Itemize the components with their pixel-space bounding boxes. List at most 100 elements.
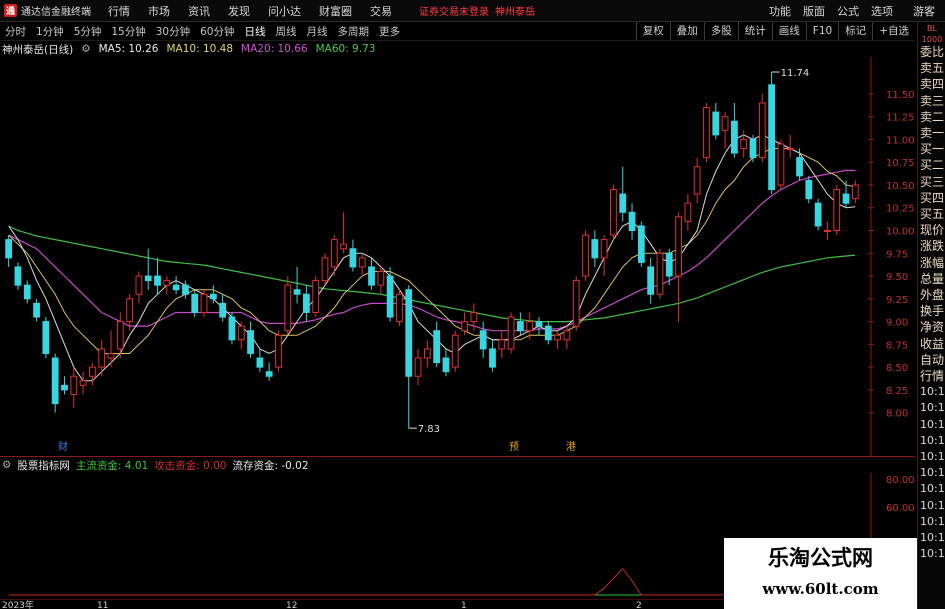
add-watchlist-button[interactable]: +自选	[872, 22, 915, 40]
side-item[interactable]: 自动	[918, 352, 945, 368]
side-item[interactable]: 行情	[918, 368, 945, 384]
menu-zixun[interactable]: 资讯	[179, 3, 219, 19]
side-item[interactable]: 买一	[918, 141, 945, 157]
fuquan-button[interactable]: 复权	[635, 22, 670, 40]
side-item[interactable]: 卖三	[918, 93, 945, 109]
candle	[70, 367, 78, 409]
candle	[14, 262, 22, 290]
statistics-button[interactable]: 统计	[737, 22, 772, 40]
candle	[423, 339, 431, 368]
watermark-box: 乐淘公式网 www.60lt.com	[724, 538, 917, 609]
side-item[interactable]: 涨跌	[918, 238, 945, 254]
draw-line-button[interactable]: 画线	[771, 22, 806, 40]
price-axis-label: 11.25	[886, 113, 915, 124]
side-item[interactable]: 换手	[918, 303, 945, 319]
candle	[684, 194, 692, 231]
side-item[interactable]: 卖二	[918, 109, 945, 125]
candle-body	[777, 143, 785, 186]
candle	[293, 266, 301, 304]
settings-icon[interactable]: ⚙	[81, 43, 90, 55]
date-label-1: 1	[461, 601, 467, 609]
candle-body	[851, 184, 859, 200]
candle-body	[396, 293, 403, 323]
side-item[interactable]: 总量	[918, 271, 945, 287]
period-weekly[interactable]: 周线	[271, 24, 302, 39]
period-daily[interactable]: 日线	[240, 24, 271, 39]
indicator-settings-icon[interactable]: ⚙	[2, 459, 11, 471]
candle	[256, 348, 264, 372]
candle	[89, 362, 96, 386]
candle-body	[293, 289, 301, 295]
candle	[433, 321, 441, 368]
marker-cai[interactable]: 财	[58, 440, 68, 453]
period-multi[interactable]: 多周期	[333, 24, 375, 39]
candle-body	[135, 275, 143, 295]
candle	[172, 276, 180, 295]
candle	[628, 203, 636, 240]
candle	[693, 157, 701, 204]
price-axis-label: 10.50	[886, 181, 915, 192]
overlay-button[interactable]: 叠加	[669, 22, 704, 40]
login-warning[interactable]: 证券交易未登录	[419, 3, 489, 18]
multi-stock-button[interactable]: 多股	[703, 22, 738, 40]
candle	[349, 239, 357, 272]
period-15min[interactable]: 15分钟	[106, 24, 150, 39]
candle	[61, 376, 68, 395]
menu-gongneng[interactable]: 功能	[763, 3, 797, 19]
side-item[interactable]: 买五	[918, 206, 945, 222]
side-item[interactable]: 卖四	[918, 76, 945, 92]
menu-caifuquan[interactable]: 财富圈	[310, 3, 361, 19]
marker-gang[interactable]: 港	[566, 441, 576, 453]
candle	[731, 102, 738, 158]
f10-button[interactable]: F10	[805, 22, 838, 40]
ma10-value: MA10: 10.48	[166, 43, 234, 55]
indicator-info-line: ⚙ 股票指标网 主流资金: 4.01 攻击资金: 0.00 流存资金: -0.0…	[2, 458, 309, 472]
side-item[interactable]: 卖五	[918, 60, 945, 76]
top-right-menu: 功能 版面 公式 选项 游客	[763, 0, 945, 21]
menu-shichang[interactable]: 市场	[139, 3, 179, 19]
candle-body	[507, 316, 515, 350]
side-item[interactable]: 现价	[918, 222, 945, 238]
side-item[interactable]: 卖一	[918, 125, 945, 141]
menu-wenxiaoda[interactable]: 问小达	[259, 3, 310, 19]
candle-body	[98, 348, 106, 368]
side-item[interactable]: 外盘	[918, 287, 945, 303]
side-item[interactable]: 买二	[918, 157, 945, 173]
period-60min[interactable]: 60分钟	[195, 24, 239, 39]
current-stock-name: 神州泰岳	[495, 7, 535, 18]
side-time: 10:11	[920, 547, 945, 561]
menu-xuanxiang[interactable]: 选项	[865, 3, 899, 19]
period-30min[interactable]: 30分钟	[151, 24, 195, 39]
candle-body	[126, 298, 133, 323]
menu-hangqing[interactable]: 行情	[99, 3, 139, 19]
marker-yu[interactable]: 预	[509, 441, 519, 453]
kline-chart[interactable]: 11.74 7.83 11.50 11.25 11.00 10.75 10.50 10.2…	[0, 57, 915, 457]
side-item[interactable]: 买三	[918, 174, 945, 190]
side-top-label-2: 1000	[921, 35, 943, 44]
watermark-url: www.60lt.com	[762, 580, 879, 598]
period-more[interactable]: 更多	[374, 24, 405, 39]
candle	[600, 235, 608, 277]
menu-jiaoyi[interactable]: 交易	[361, 3, 401, 19]
period-1min[interactable]: 1分钟	[31, 24, 69, 39]
side-item[interactable]: 收益	[918, 336, 945, 352]
period-fenshi[interactable]: 分时	[0, 24, 31, 39]
side-item[interactable]: 净资	[918, 319, 945, 335]
candle	[368, 257, 375, 290]
mark-button[interactable]: 标记	[838, 22, 872, 40]
indicator-name[interactable]: 股票指标网	[17, 458, 70, 473]
side-item[interactable]: 买四	[918, 190, 945, 206]
candle-body	[70, 375, 78, 395]
side-item[interactable]: 涨幅	[918, 255, 945, 271]
candle	[768, 72, 775, 195]
guest-login[interactable]: 游客	[899, 3, 945, 19]
menu-banmian[interactable]: 版面	[797, 3, 831, 19]
menu-gongshi[interactable]: 公式	[831, 3, 865, 19]
candle	[656, 248, 664, 299]
period-5min[interactable]: 5分钟	[69, 24, 107, 39]
ma5-value: MA5: 10.26	[98, 43, 159, 55]
period-monthly[interactable]: 月线	[302, 24, 333, 39]
candle	[796, 148, 803, 181]
menu-faxian[interactable]: 发现	[219, 3, 259, 19]
side-item[interactable]: 委比	[918, 44, 945, 60]
